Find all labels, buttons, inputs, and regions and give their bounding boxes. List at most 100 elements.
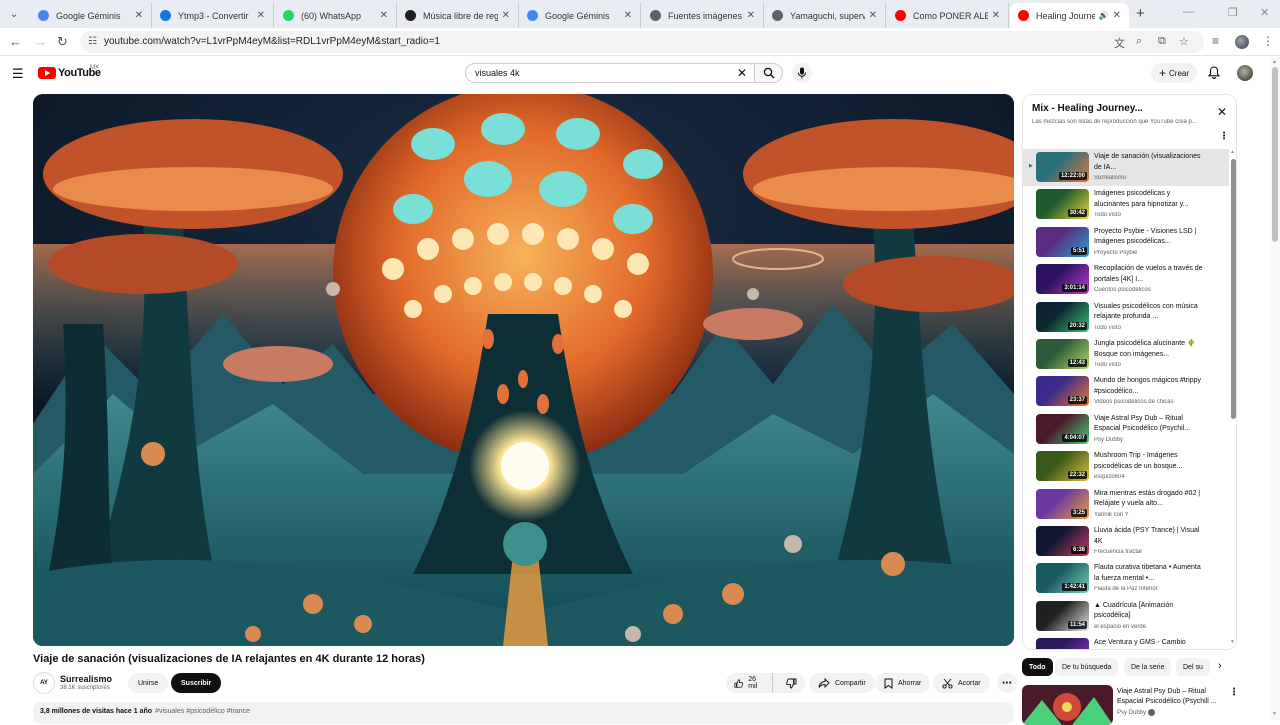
new-tab-button[interactable]: + — [1136, 5, 1145, 22]
playlist-item[interactable]: 12:43 Jungla psicodélica alucinante 🌵 Bos… — [1023, 336, 1229, 373]
playlist-item[interactable]: 3:01:14 Recopilación de vuelos a través d… — [1023, 261, 1229, 298]
browser-tab[interactable]: Yamaguchi, supervivie ✕ — [764, 3, 886, 28]
playlist-item-thumbnail[interactable]: 5:51 — [1036, 226, 1089, 257]
browser-tab[interactable]: Google Géminis ✕ — [519, 3, 641, 28]
hashtags[interactable]: #visuales #psicodélico #trance — [155, 708, 250, 715]
page-scroll-down-icon[interactable]: ▼ — [1272, 711, 1277, 717]
bookmark-star-icon[interactable]: ☆ — [1179, 35, 1189, 48]
browser-tab[interactable]: Ytmp3 - Convertir ✕ — [152, 3, 274, 28]
filter-chip[interactable]: Del su — [1176, 658, 1210, 676]
tab-audio-icon[interactable]: 🔊 — [1099, 11, 1109, 20]
recommendation-title[interactable]: Viaje Astral Psy Dub – Ritual Espacial P… — [1117, 687, 1225, 707]
playlist-item-title[interactable]: Imágenes psicodélicas y alucinantes para… — [1094, 189, 1206, 210]
playlist-scrollbar[interactable]: ▲ ▼ — [1230, 149, 1236, 649]
reload-icon[interactable]: ↻ — [57, 34, 68, 50]
playlist-item-title[interactable]: Lluvia ácida (PSY Trance) | Visual 4K — [1094, 526, 1206, 547]
back-icon[interactable]: ← — [9, 34, 22, 49]
playlist-item-thumbnail[interactable]: 3:01:14 — [1036, 264, 1089, 295]
playlist-item[interactable]: 3:25 Mira mientras estás drogado #02 | Re… — [1023, 486, 1229, 523]
address-url[interactable]: youtube.com/watch?v=L1vrPpM4eyM&list=RDL… — [104, 36, 440, 47]
account-avatar[interactable] — [1237, 65, 1253, 81]
minimize-icon[interactable]: — — [1183, 6, 1194, 18]
playlist-item[interactable]: 20:32 Visuales psicodélicos con música re… — [1023, 299, 1229, 336]
playlist-item-thumbnail[interactable] — [1036, 638, 1089, 649]
close-window-icon[interactable]: ✕ — [1260, 6, 1269, 19]
address-bar[interactable]: ☷ youtube.com/watch?v=L1vrPpM4eyM&list=R… — [80, 31, 1204, 53]
site-info-icon[interactable]: ☷ — [88, 36, 97, 47]
playlist-item-title[interactable]: ▲ Cuadrícula [Animación psicodélica] — [1094, 601, 1206, 622]
reading-list-icon[interactable]: ≡ — [1212, 34, 1219, 48]
filter-chip[interactable]: De tu búsqueda — [1055, 658, 1119, 676]
create-button[interactable]: + Crear — [1151, 63, 1198, 83]
playlist-item-thumbnail[interactable]: 1:42:41 — [1036, 563, 1089, 594]
translate-icon[interactable]: 文 — [1114, 35, 1125, 51]
playlist-item[interactable]: 5:51 Proyecto Psybie - Visiones LSD | Imá… — [1023, 224, 1229, 261]
recommendation-menu-icon[interactable]: ⋮ — [1229, 687, 1239, 698]
voice-search-button[interactable] — [792, 63, 812, 83]
chevron-right-icon[interactable]: › — [1218, 660, 1222, 672]
more-actions-icon[interactable]: ⋯ — [997, 673, 1017, 693]
playlist-item-title[interactable]: Visuales psicodélicos con música relajan… — [1094, 302, 1206, 323]
playlist-item[interactable]: 6:38 Lluvia ácida (PSY Trance) | Visual 4… — [1023, 523, 1229, 560]
zoom-icon[interactable]: ⌕ — [1136, 35, 1142, 48]
scroll-up-icon[interactable]: ▲ — [1230, 149, 1235, 155]
like-button[interactable]: 26 mil — [726, 673, 773, 693]
subscribe-button[interactable]: Suscribir — [171, 673, 222, 693]
video-player[interactable] — [33, 94, 1014, 646]
filter-chip[interactable]: Todo — [1022, 658, 1053, 676]
playlist-item-title[interactable]: Flauta curativa tibetana • Aumenta la fu… — [1094, 563, 1206, 584]
playlist-item-thumbnail[interactable]: 22:32 — [1036, 451, 1089, 482]
playlist-item[interactable]: 1:42:41 Flauta curativa tibetana • Aument… — [1023, 560, 1229, 597]
tab-search-chevron-icon[interactable]: ⌄ — [4, 4, 24, 24]
search-button[interactable] — [755, 63, 783, 83]
playlist-item-thumbnail[interactable]: 20:32 — [1036, 301, 1089, 332]
recommendation-thumbnail[interactable] — [1022, 685, 1113, 725]
save-button[interactable]: Ahorrar — [875, 673, 931, 693]
playlist-item-title[interactable]: Jungla psicodélica alucinante 🌵 Bosque c… — [1094, 339, 1206, 360]
playlist-item[interactable]: 23:37 Mundo de hongos mágicos #trippy #ps… — [1023, 373, 1229, 410]
playlist-item-title[interactable]: Proyecto Psybie - Visiones LSD | Imágene… — [1094, 227, 1206, 248]
maximize-icon[interactable]: ❐ — [1228, 6, 1238, 19]
filter-chip[interactable]: De la serie — [1124, 658, 1172, 676]
close-tab-icon[interactable]: ✕ — [869, 10, 877, 21]
playlist-item[interactable]: Ace Ventura y GMS - Cambio — [1023, 635, 1229, 649]
browser-tab[interactable]: Fuentes imágenes Te ✕ — [642, 3, 764, 28]
browser-tab[interactable]: Como PONER ALERTA ✕ — [887, 3, 1009, 28]
playlist-title[interactable]: Mix - Healing Journey... — [1032, 103, 1143, 114]
forward-icon[interactable]: → — [34, 34, 47, 49]
channel-avatar[interactable]: AY — [33, 672, 55, 694]
playlist-item-title[interactable]: Viaje Astral Psy Dub – Ritual Espacial P… — [1094, 414, 1206, 435]
search-box[interactable]: ✕ — [465, 63, 755, 83]
search-input[interactable] — [475, 68, 725, 78]
playlist-item[interactable]: 22:32 Mushroom Trip - Imágenes psicodélic… — [1023, 448, 1229, 485]
page-scroll-thumb[interactable] — [1272, 67, 1278, 242]
notifications-bell-icon[interactable] — [1208, 66, 1220, 79]
clip-button[interactable]: Acortar — [933, 673, 990, 693]
playlist-item-thumbnail[interactable]: 23:37 — [1036, 376, 1089, 407]
channel-name[interactable]: Surrealismo — [60, 674, 112, 684]
share-button[interactable]: Compartir — [809, 673, 875, 693]
browser-menu-icon[interactable]: ⋮ — [1262, 34, 1274, 48]
close-tab-icon[interactable]: ✕ — [257, 10, 265, 21]
playlist-item-title[interactable]: Viaje de sanación (visualizaciones de IA… — [1094, 152, 1206, 173]
playlist-item[interactable]: 4:04:07 Viaje Astral Psy Dub – Ritual Esp… — [1023, 411, 1229, 448]
playlist-item-title[interactable]: Mushroom Trip - Imágenes psicodélicas de… — [1094, 451, 1206, 472]
playlist-item-title[interactable]: Ace Ventura y GMS - Cambio — [1094, 638, 1206, 649]
install-icon[interactable]: ⧉ — [1158, 35, 1166, 48]
dislike-button[interactable] — [778, 678, 805, 689]
close-tab-icon[interactable]: ✕ — [1113, 10, 1121, 21]
playlist-item-thumbnail[interactable]: 30:42 — [1036, 189, 1089, 220]
browser-tab[interactable]: Healing Journey 🔊 ✕ — [1010, 3, 1129, 28]
guide-menu-icon[interactable]: ☰ — [12, 66, 24, 82]
close-tab-icon[interactable]: ✕ — [380, 10, 388, 21]
playlist-item-title[interactable]: Mira mientras estás drogado #02 | Relája… — [1094, 489, 1206, 510]
playlist-item-thumbnail[interactable]: 12:22:00 — [1036, 152, 1089, 182]
join-button[interactable]: Unirse — [128, 673, 169, 693]
close-tab-icon[interactable]: ✕ — [502, 10, 510, 21]
browser-tab[interactable]: Google Géminis ✕ — [30, 3, 152, 28]
playlist-item-title[interactable]: Mundo de hongos mágicos #trippy #psicodé… — [1094, 376, 1206, 397]
browser-tab[interactable]: Música libre de regal ✕ — [397, 3, 519, 28]
browser-profile-avatar[interactable] — [1235, 35, 1249, 49]
browser-tab[interactable]: (60) WhatsApp ✕ — [275, 3, 397, 28]
playlist-item-thumbnail[interactable]: 11:54 — [1036, 600, 1089, 631]
